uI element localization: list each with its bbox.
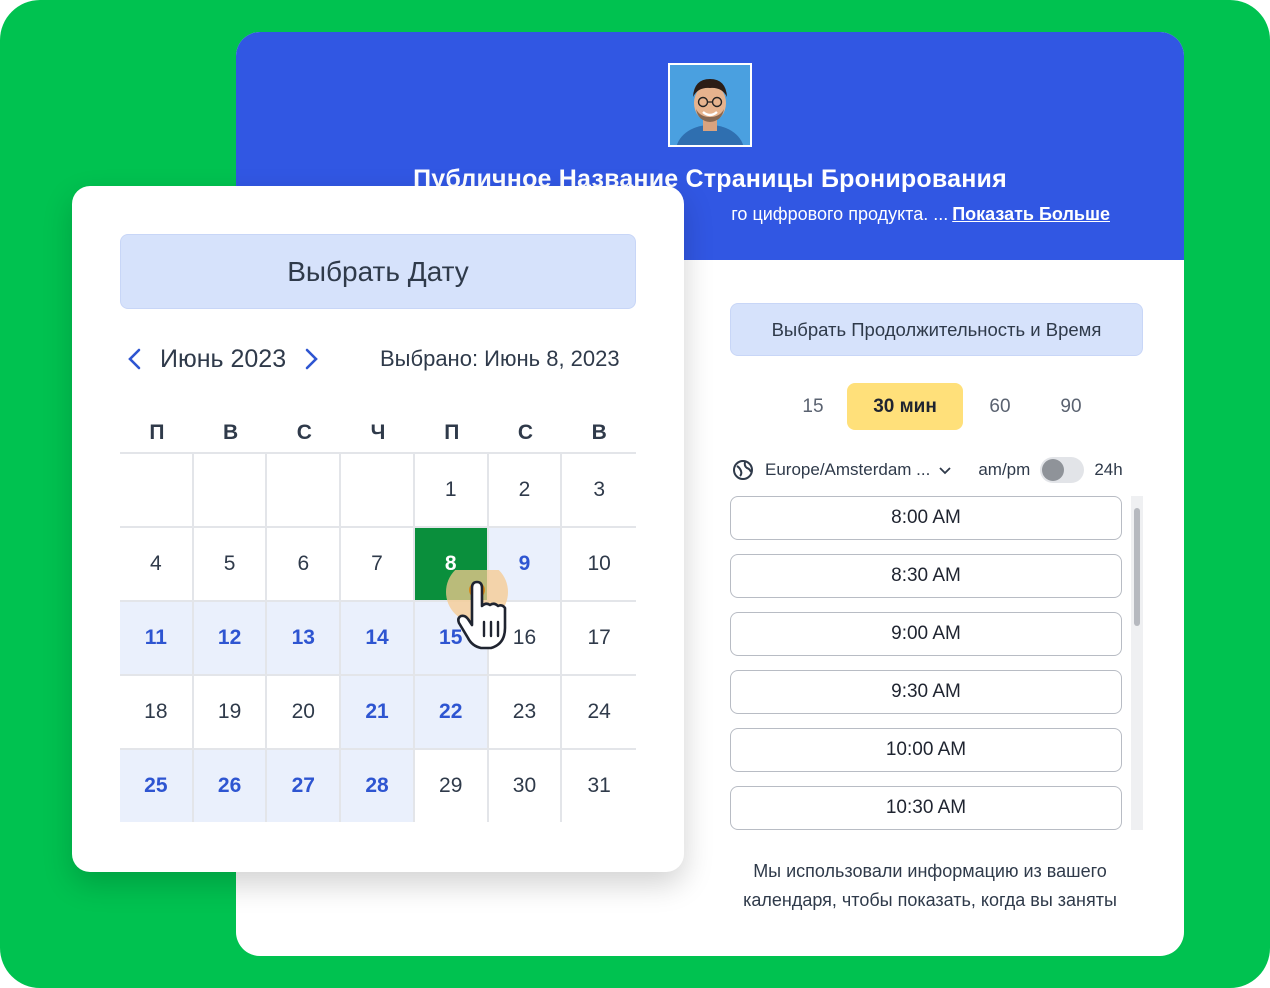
calendar-day[interactable]: 11 bbox=[120, 602, 194, 674]
time-slot[interactable]: 8:00 AM bbox=[730, 496, 1122, 540]
date-picker-card: Выбрать Дату Июнь 2023 Выбрано: Июнь 8, … bbox=[72, 186, 684, 872]
calendar-day[interactable]: 27 bbox=[267, 750, 342, 822]
duration-time-heading: Выбрать Продолжительность и Время bbox=[730, 303, 1143, 356]
calendar-day: 19 bbox=[193, 676, 268, 748]
calendar-grid: П В С Ч П С В 1 2 3 4 5 6 7 8 9 10 11 12 13 14 15 16 17 1… bbox=[120, 414, 637, 824]
note-line: календаря, чтобы показать, когда вы заня… bbox=[743, 890, 1117, 910]
time-slot[interactable]: 8:30 AM bbox=[730, 554, 1122, 598]
toggle-knob bbox=[1042, 459, 1065, 481]
calendar-day-empty bbox=[193, 454, 268, 526]
weekday-label: Ч bbox=[370, 421, 386, 444]
calendar-day[interactable]: 28 bbox=[341, 750, 415, 822]
calendar-day: 23 bbox=[488, 676, 563, 748]
calendar-day[interactable]: 25 bbox=[120, 750, 194, 822]
calendar-weeks: 1 2 3 4 5 6 7 8 9 10 11 12 13 14 15 16 17 18 19 20 21 22 23 24 2… bbox=[120, 454, 637, 824]
calendar-day[interactable]: 14 bbox=[341, 602, 415, 674]
duration-option-90[interactable]: 90 bbox=[1027, 396, 1115, 418]
calendar-day[interactable]: 26 bbox=[193, 750, 268, 822]
select-date-heading: Выбрать Дату bbox=[120, 234, 636, 309]
time-slot[interactable]: 9:30 AM bbox=[730, 670, 1122, 714]
globe-icon bbox=[733, 460, 753, 480]
time-slot[interactable]: 10:00 AM bbox=[730, 728, 1122, 772]
avatar bbox=[668, 63, 752, 147]
chevron-left-icon[interactable] bbox=[124, 346, 146, 372]
calendar-day: 31 bbox=[562, 750, 637, 822]
calendar-day-selected[interactable]: 8 bbox=[414, 528, 489, 600]
weekday-label: С bbox=[296, 421, 312, 444]
calendar-day: 16 bbox=[488, 602, 563, 674]
ampm-label: am/pm bbox=[978, 460, 1031, 479]
calendar-day: 1 bbox=[414, 454, 489, 526]
calendar-day: 2 bbox=[488, 454, 563, 526]
timezone-row: Europe/Amsterdam ... am/pm 24h bbox=[732, 455, 1146, 485]
calendar-day: 24 bbox=[562, 676, 637, 748]
weekday-label: С bbox=[517, 421, 534, 444]
calendar-day: 4 bbox=[120, 528, 194, 600]
weekday-label: В bbox=[591, 421, 607, 444]
selected-date-label: Выбрано: Июнь 8, 2023 bbox=[380, 346, 620, 371]
calendar-day[interactable]: 15 bbox=[414, 602, 489, 674]
month-label: Июнь 2023 bbox=[160, 344, 287, 373]
calendar-day: 10 bbox=[562, 528, 637, 600]
time-slot-list: 8:00 AM 8:30 AM 9:00 AM 9:30 AM 10:00 AM… bbox=[730, 496, 1122, 844]
calendar-week: 18 19 20 21 22 23 24 bbox=[120, 676, 637, 750]
calendar-day: 17 bbox=[562, 602, 637, 674]
calendar-day: 6 bbox=[267, 528, 342, 600]
month-navigation: Июнь 2023 bbox=[124, 344, 322, 374]
time-slot[interactable]: 10:30 AM bbox=[730, 786, 1122, 830]
duration-options: 15 30 мин 60 90 bbox=[781, 383, 1115, 430]
calendar-day[interactable]: 21 bbox=[341, 676, 415, 748]
calendar-day: 30 bbox=[488, 750, 563, 822]
duration-option-30[interactable]: 30 мин bbox=[847, 383, 963, 430]
weekday-label: П bbox=[149, 421, 165, 444]
app-frame: Публичное Название Страницы Бронирования… bbox=[0, 0, 1270, 988]
time-format-toggle[interactable] bbox=[1040, 457, 1085, 483]
duration-option-15[interactable]: 15 bbox=[781, 396, 845, 418]
weekday-header: П В С Ч П С В bbox=[120, 414, 636, 454]
calendar-day: 18 bbox=[120, 676, 194, 748]
duration-option-60[interactable]: 60 bbox=[973, 396, 1027, 418]
calendar-day: 20 bbox=[267, 676, 342, 748]
chevron-down-icon[interactable] bbox=[938, 463, 952, 477]
note-line: Мы использовали информацию из вашего bbox=[753, 861, 1107, 881]
calendar-note: Мы использовали информацию из вашего кал… bbox=[710, 857, 1150, 915]
scrollbar[interactable] bbox=[1131, 496, 1143, 830]
timezone-select[interactable]: Europe/Amsterdam ... bbox=[765, 460, 930, 480]
calendar-day[interactable]: 9 bbox=[488, 528, 563, 600]
calendar-day-empty bbox=[267, 454, 342, 526]
show-more-link[interactable]: Показать Больше bbox=[952, 204, 1110, 224]
calendar-week: 123 bbox=[120, 454, 637, 528]
calendar-day: 5 bbox=[193, 528, 268, 600]
chevron-right-icon[interactable] bbox=[300, 346, 322, 372]
calendar-day[interactable]: 12 bbox=[193, 602, 268, 674]
calendar-week: 25 26 27 28 29 30 31 bbox=[120, 750, 637, 824]
description-text: го цифрового продукта. ... bbox=[731, 204, 949, 224]
time-slot[interactable]: 9:00 AM bbox=[730, 612, 1122, 656]
calendar-day[interactable]: 22 bbox=[414, 676, 489, 748]
weekday-label: В bbox=[222, 421, 239, 444]
calendar-day: 3 bbox=[562, 454, 637, 526]
h24-label: 24h bbox=[1094, 460, 1123, 479]
calendar-week: 11 12 13 14 15 16 17 bbox=[120, 602, 637, 676]
weekday-label: П bbox=[444, 421, 460, 444]
calendar-day[interactable]: 13 bbox=[267, 602, 342, 674]
calendar-week: 4 5 6 7 8 9 10 bbox=[120, 528, 637, 602]
calendar-day-empty bbox=[120, 454, 194, 526]
calendar-day: 29 bbox=[414, 750, 489, 822]
calendar-day: 7 bbox=[341, 528, 415, 600]
scrollbar-thumb[interactable] bbox=[1134, 508, 1140, 626]
calendar-day-empty bbox=[341, 454, 415, 526]
